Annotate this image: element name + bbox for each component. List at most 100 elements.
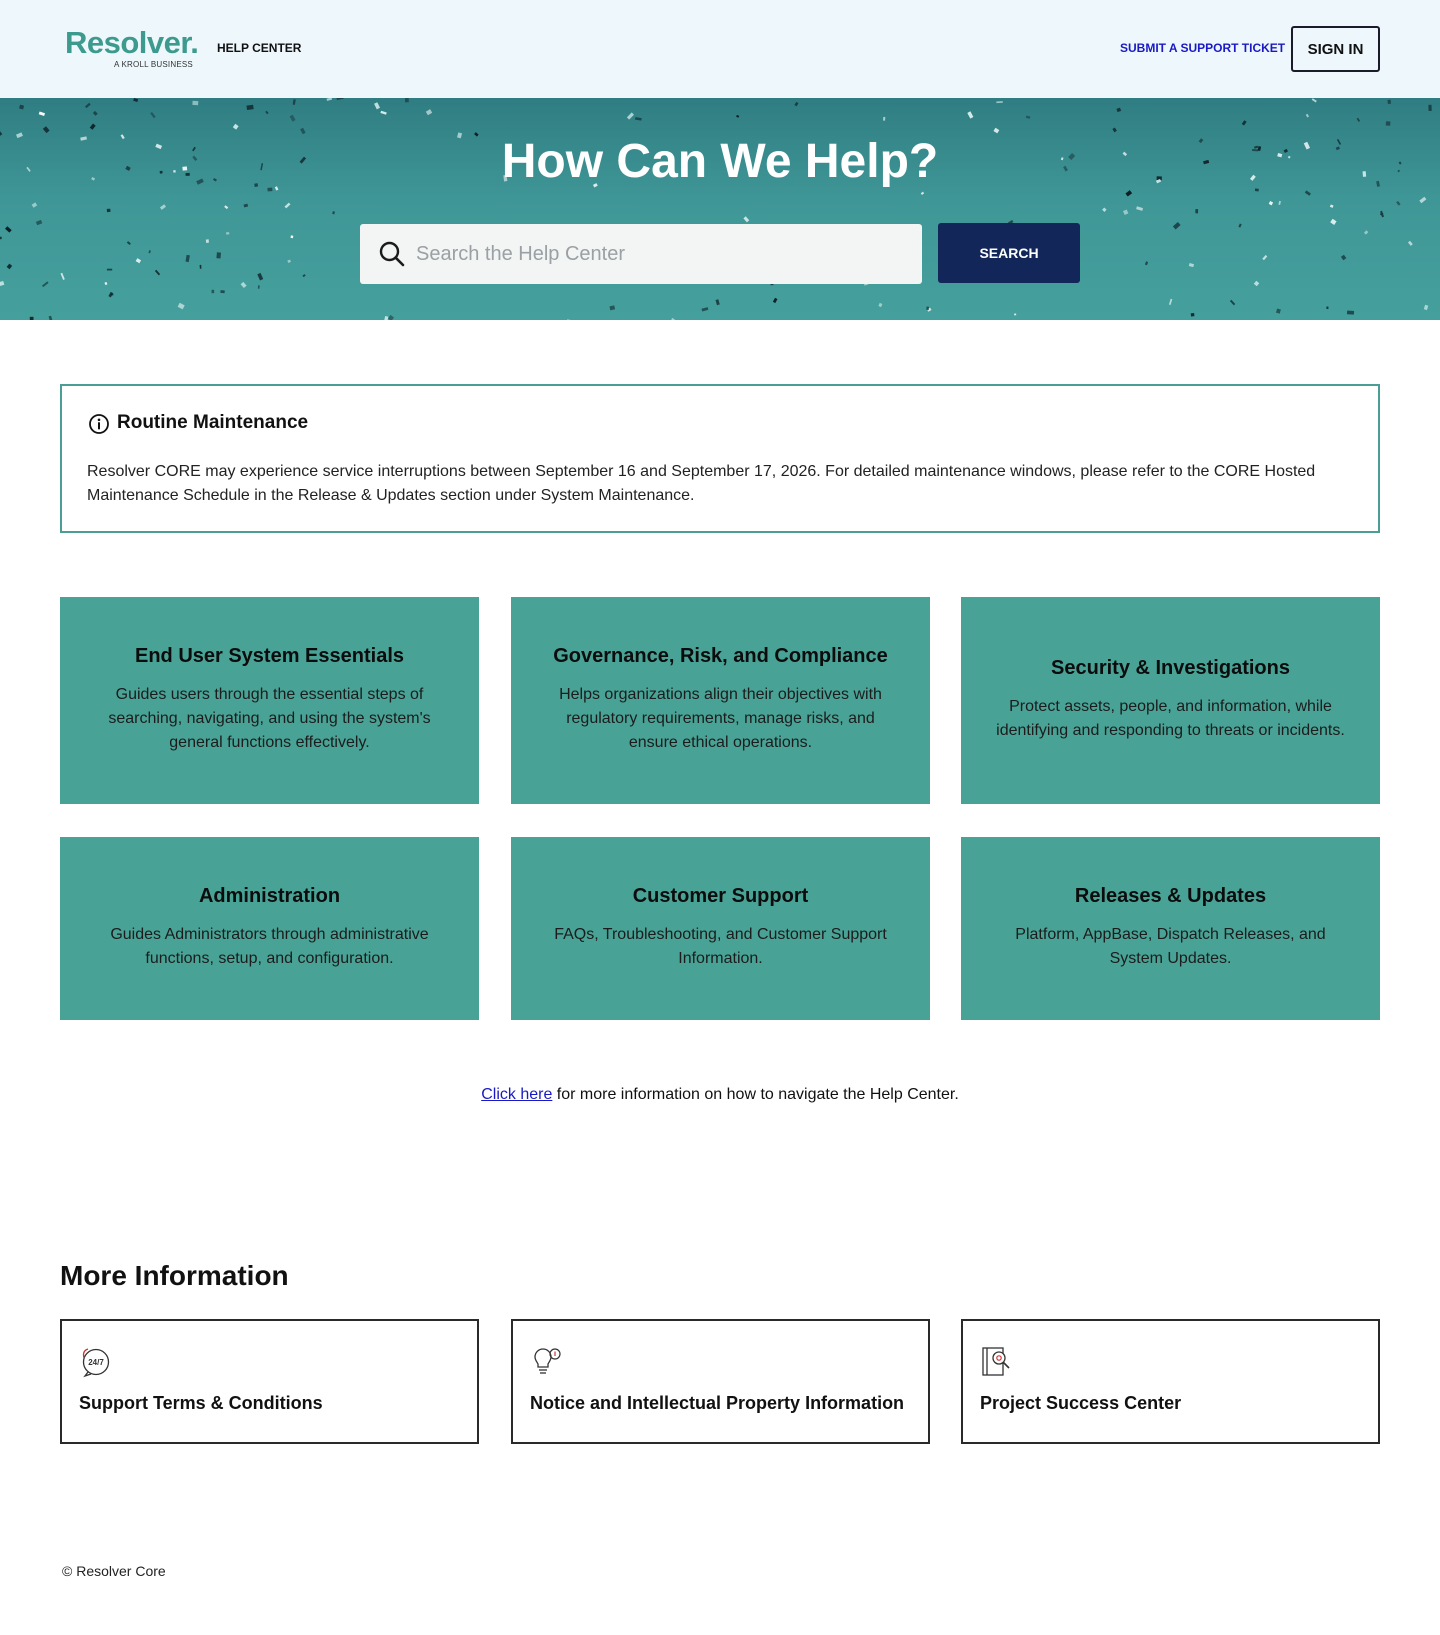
category-title: Customer Support xyxy=(632,885,809,907)
resolver-logo[interactable]: Resolver. A KROLL BUSINESS xyxy=(65,26,205,72)
navigation-help-rest: for more information on how to navigate … xyxy=(552,1086,959,1103)
category-card-grc[interactable]: Governance, Risk, and Compliance Helps o… xyxy=(511,597,930,804)
confetti-piece xyxy=(883,116,886,121)
confetti-piece xyxy=(1356,117,1361,122)
confetti-piece xyxy=(1188,263,1195,268)
confetti-piece xyxy=(246,104,254,111)
confetti-piece xyxy=(226,232,230,235)
lightbulb-icon xyxy=(530,1345,564,1384)
category-description: Helps organizations align their objectiv… xyxy=(559,686,882,751)
confetti-piece xyxy=(106,208,111,213)
confetti-piece xyxy=(292,99,296,105)
confetti-piece xyxy=(383,316,389,320)
confetti-piece xyxy=(31,202,38,208)
category-card-security[interactable]: Security & Investigations Protect assets… xyxy=(961,597,1380,804)
info-card-project-success[interactable]: Project Success Center xyxy=(961,1319,1380,1444)
confetti-piece xyxy=(42,126,50,134)
confetti-piece xyxy=(232,123,239,130)
confetti-piece xyxy=(287,259,291,263)
confetti-piece xyxy=(1340,254,1347,261)
book-icon xyxy=(980,1345,1014,1384)
confetti-piece xyxy=(284,202,291,209)
confetti-piece xyxy=(1144,261,1149,266)
confetti-piece xyxy=(211,289,215,294)
confetti-piece xyxy=(1329,204,1334,208)
confetti-piece xyxy=(1136,206,1144,211)
confetti-piece xyxy=(380,110,387,115)
confetti-piece xyxy=(1116,107,1122,113)
confetti-piece xyxy=(159,204,166,210)
confetti-piece xyxy=(701,307,709,312)
confetti-piece xyxy=(135,258,142,264)
confetti-piece xyxy=(374,102,381,110)
info-card-ip-information[interactable]: Notice and Intellectual Property Informa… xyxy=(511,1319,930,1444)
logo-wordmark: Resolver. xyxy=(65,25,199,60)
confetti-piece xyxy=(19,104,25,110)
confetti-piece xyxy=(265,110,269,115)
click-here-link[interactable]: Click here xyxy=(481,1086,552,1103)
confetti-piece xyxy=(257,285,260,289)
hero-banner: How Can We Help? SEARCH xyxy=(0,98,1440,320)
confetti-piece xyxy=(1122,209,1129,216)
confetti-piece xyxy=(257,272,264,281)
submit-ticket-link[interactable]: SUBMIT A SUPPORT TICKET xyxy=(1120,41,1285,55)
category-card-releases[interactable]: Releases & Updates Platform, AppBase, Di… xyxy=(961,837,1380,1020)
confetti-piece xyxy=(1305,113,1310,118)
search-input[interactable] xyxy=(416,224,906,284)
confetti-piece xyxy=(92,110,98,116)
confetti-piece xyxy=(920,191,925,195)
notice-title: Routine Maintenance xyxy=(117,412,309,433)
confetti-piece xyxy=(1253,280,1260,287)
confetti-piece xyxy=(240,281,247,289)
confetti-piece xyxy=(41,281,49,288)
confetti-piece xyxy=(199,264,202,269)
info-card-label: Notice and Intellectual Property Informa… xyxy=(530,1393,905,1413)
confetti-piece xyxy=(38,111,46,117)
confetti-piece xyxy=(1195,209,1199,214)
confetti-piece xyxy=(1241,120,1247,126)
category-card-administration[interactable]: Administration Guides Administrators thr… xyxy=(60,837,479,1020)
confetti-piece xyxy=(878,302,883,308)
confetti-piece xyxy=(84,102,91,109)
confetti-piece xyxy=(290,235,294,239)
navigation-help-text: Click here for more information on how t… xyxy=(0,1086,1440,1104)
confetti-piece xyxy=(104,281,108,286)
notice-body: Resolver CORE may experience service int… xyxy=(87,463,1316,504)
category-card-customer-support[interactable]: Customer Support FAQs, Troubleshooting, … xyxy=(511,837,930,1020)
support-24-7-icon: 24/7 xyxy=(79,1345,113,1384)
category-title: Releases & Updates xyxy=(1074,885,1267,907)
info-circle-icon xyxy=(88,413,110,440)
confetti-piece xyxy=(1275,308,1281,314)
confetti-piece xyxy=(1168,298,1173,305)
confetti-piece xyxy=(48,315,53,320)
confetti-piece xyxy=(0,236,2,240)
category-card-end-user[interactable]: End User System Essentials Guides users … xyxy=(60,597,479,804)
confetti-background xyxy=(0,98,1432,320)
confetti-piece xyxy=(1311,98,1317,103)
logo-subtext: A KROLL BUSINESS xyxy=(114,60,193,69)
confetti-piece xyxy=(1428,104,1432,112)
confetti-piece xyxy=(671,317,677,320)
confetti-piece xyxy=(220,290,225,294)
confetti-piece xyxy=(926,306,929,311)
category-description: Platform, AppBase, Dispatch Releases, an… xyxy=(1015,926,1326,967)
search-button[interactable]: SEARCH xyxy=(938,223,1080,283)
category-description: Guides users through the essential steps… xyxy=(108,686,431,751)
info-card-label: Project Success Center xyxy=(980,1393,1182,1413)
sign-in-button[interactable]: SIGN IN xyxy=(1291,26,1380,72)
confetti-piece xyxy=(1423,304,1429,311)
category-description: Guides Administrators through administra… xyxy=(110,926,429,967)
confetti-piece xyxy=(736,114,740,118)
confetti-piece xyxy=(425,109,433,116)
info-card-support-terms[interactable]: 24/7 Support Terms & Conditions xyxy=(60,1319,479,1444)
confetti-piece xyxy=(336,98,344,100)
confetti-piece xyxy=(1025,115,1031,119)
confetti-piece xyxy=(1419,196,1427,204)
confetti-piece xyxy=(1387,99,1391,105)
help-center-link[interactable]: HELP CENTER xyxy=(217,41,301,55)
page-title: How Can We Help? xyxy=(501,135,939,188)
confetti-piece xyxy=(1396,200,1401,206)
confetti-piece xyxy=(635,117,642,121)
confetti-piece xyxy=(405,98,409,103)
confetti-piece xyxy=(967,111,974,119)
